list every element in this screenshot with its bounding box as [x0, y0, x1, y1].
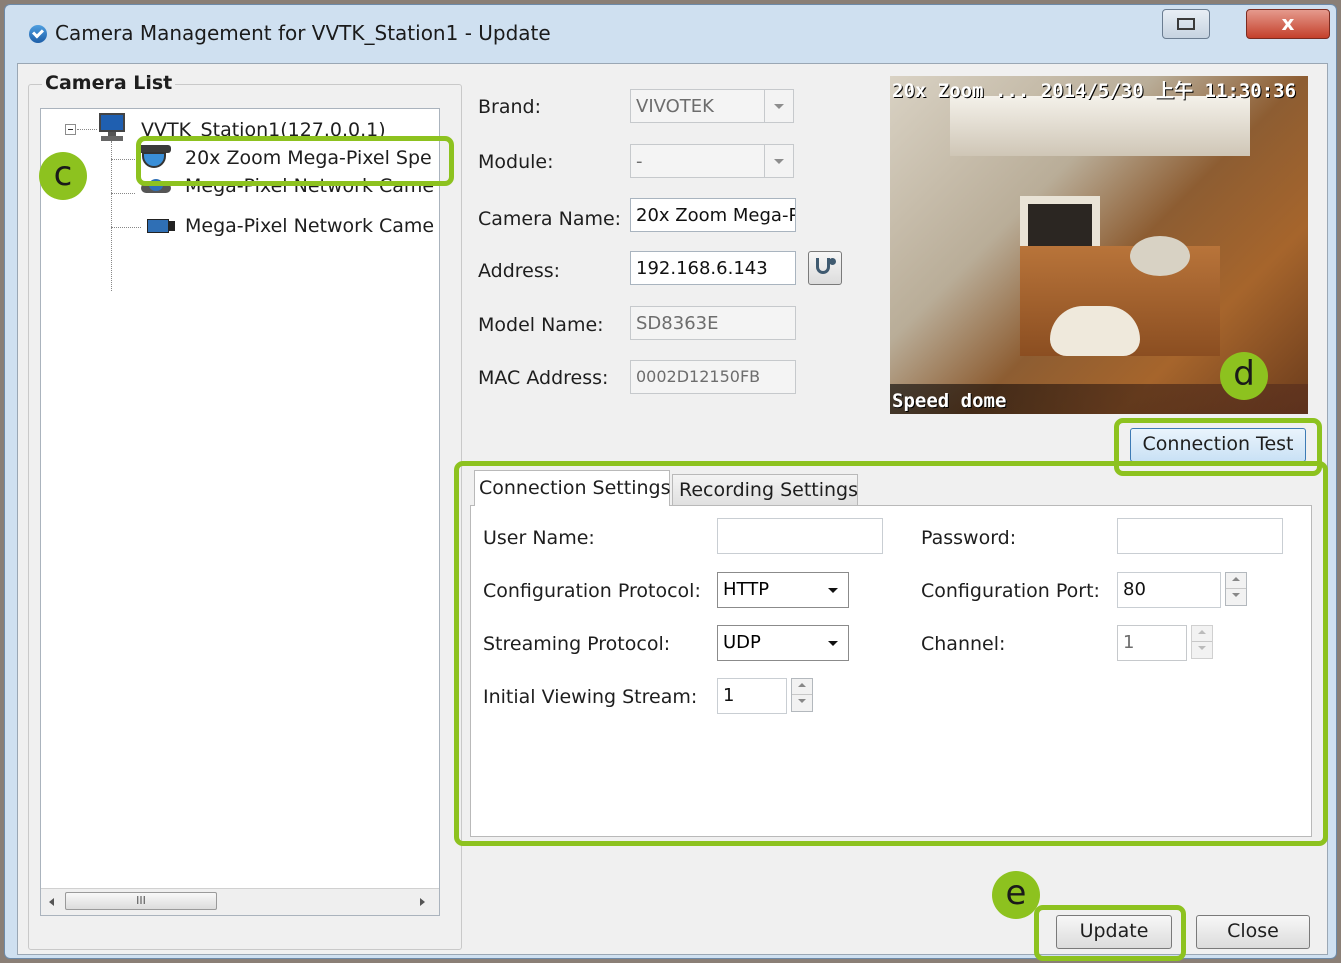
tree-camera-label: Mega-Pixel Network Came — [185, 215, 435, 237]
collapse-toggle-icon[interactable] — [65, 124, 76, 135]
update-button-highlight — [1034, 905, 1186, 961]
preview-timestamp-overlay: 20x Zoom ... 2014/5/30 上午 11:30:36 — [892, 80, 1297, 102]
badge-c: c — [39, 152, 87, 200]
tab-connection-settings[interactable]: Connection Settings — [474, 470, 670, 506]
tree-camera-item[interactable]: Mega-Pixel Network Came — [137, 213, 437, 241]
camera-item-highlight — [136, 136, 454, 186]
restore-icon — [1177, 18, 1195, 30]
restore-button[interactable] — [1162, 9, 1210, 39]
close-window-button[interactable]: x — [1246, 9, 1330, 39]
computer-icon — [97, 113, 127, 143]
box-camera-icon — [147, 217, 177, 235]
scroll-thumb[interactable]: III — [65, 892, 217, 910]
badge-e: e — [992, 871, 1040, 919]
address-lookup-button[interactable] — [808, 251, 842, 285]
scroll-thumb-grip: III — [136, 894, 146, 907]
window-title: Camera Management for VVTK_Station1 - Up… — [55, 21, 551, 45]
module-select[interactable]: - — [630, 144, 794, 178]
close-icon: x — [1281, 11, 1295, 35]
address-input[interactable]: 192.168.6.143 — [630, 251, 796, 285]
brand-label: Brand: — [478, 96, 541, 118]
model-name-field: SD8363E — [630, 306, 796, 340]
camera-name-label: Camera Name: — [478, 208, 622, 230]
camera-name-input[interactable]: 20x Zoom Mega-P — [630, 198, 796, 232]
tab-connection-settings-label: Connection Settings — [479, 477, 671, 499]
chevron-down-icon — [774, 104, 784, 109]
model-name-label: Model Name: — [478, 314, 604, 336]
chevron-down-icon — [774, 159, 784, 164]
mac-address-field: 0002D12150FB — [630, 360, 796, 394]
horizontal-scrollbar[interactable]: III — [41, 888, 439, 915]
brand-value: VIVOTEK — [636, 96, 714, 117]
settings-panel-highlight — [454, 461, 1328, 846]
preview-caption-overlay: Speed dome — [892, 390, 1007, 412]
badge-d: d — [1220, 352, 1268, 400]
module-value: - — [636, 151, 643, 172]
module-label: Module: — [478, 151, 554, 173]
close-button[interactable]: Close — [1196, 915, 1310, 949]
brand-select[interactable]: VIVOTEK — [630, 89, 794, 123]
scroll-right-icon[interactable] — [420, 898, 425, 906]
camera-tree[interactable]: VVTK_Station1(127.0.0.1) 20x Zoom Mega-P… — [40, 108, 440, 916]
scroll-left-icon[interactable] — [49, 898, 54, 906]
title-bar[interactable]: Camera Management for VVTK_Station1 - Up… — [5, 5, 1336, 57]
mac-address-label: MAC Address: — [478, 367, 609, 389]
app-logo-icon — [29, 25, 47, 43]
camera-list-title: Camera List — [42, 72, 176, 94]
address-label: Address: — [478, 260, 561, 282]
stethoscope-icon — [816, 258, 830, 274]
